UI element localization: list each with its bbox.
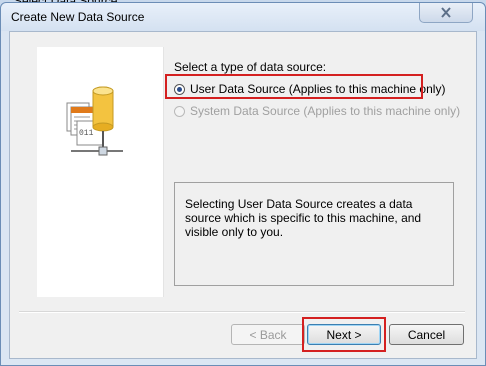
- system-data-source-label[interactable]: System Data Source (Applies to this mach…: [190, 104, 460, 118]
- dialog-title: Create New Data Source: [11, 10, 145, 24]
- close-button[interactable]: [419, 3, 473, 23]
- system-data-source-option[interactable]: System Data Source (Applies to this mach…: [174, 104, 460, 118]
- description-text: Selecting User Data Source creates a dat…: [185, 197, 422, 239]
- description-box: Selecting User Data Source creates a dat…: [174, 182, 454, 286]
- illustration-digits: 011: [79, 129, 94, 138]
- system-data-source-radio[interactable]: [174, 105, 185, 117]
- button-separator: [19, 311, 465, 313]
- title-bar: Create New Data Source: [1, 3, 485, 31]
- data-source-type-prompt: Select a type of data source:: [174, 60, 327, 74]
- close-icon: [441, 7, 451, 18]
- illustration-panel: 011: [37, 47, 164, 297]
- dialog-client-area: 011 Select a type of data source: User D…: [9, 31, 477, 359]
- create-new-data-source-dialog: Create New Data Source 011 Select a type…: [0, 2, 486, 366]
- highlight-user-data-source: [165, 74, 423, 99]
- data-source-icon: 011: [66, 86, 123, 156]
- highlight-next-button: [302, 317, 386, 352]
- back-button[interactable]: < Back: [231, 324, 305, 345]
- cancel-button[interactable]: Cancel: [389, 324, 464, 345]
